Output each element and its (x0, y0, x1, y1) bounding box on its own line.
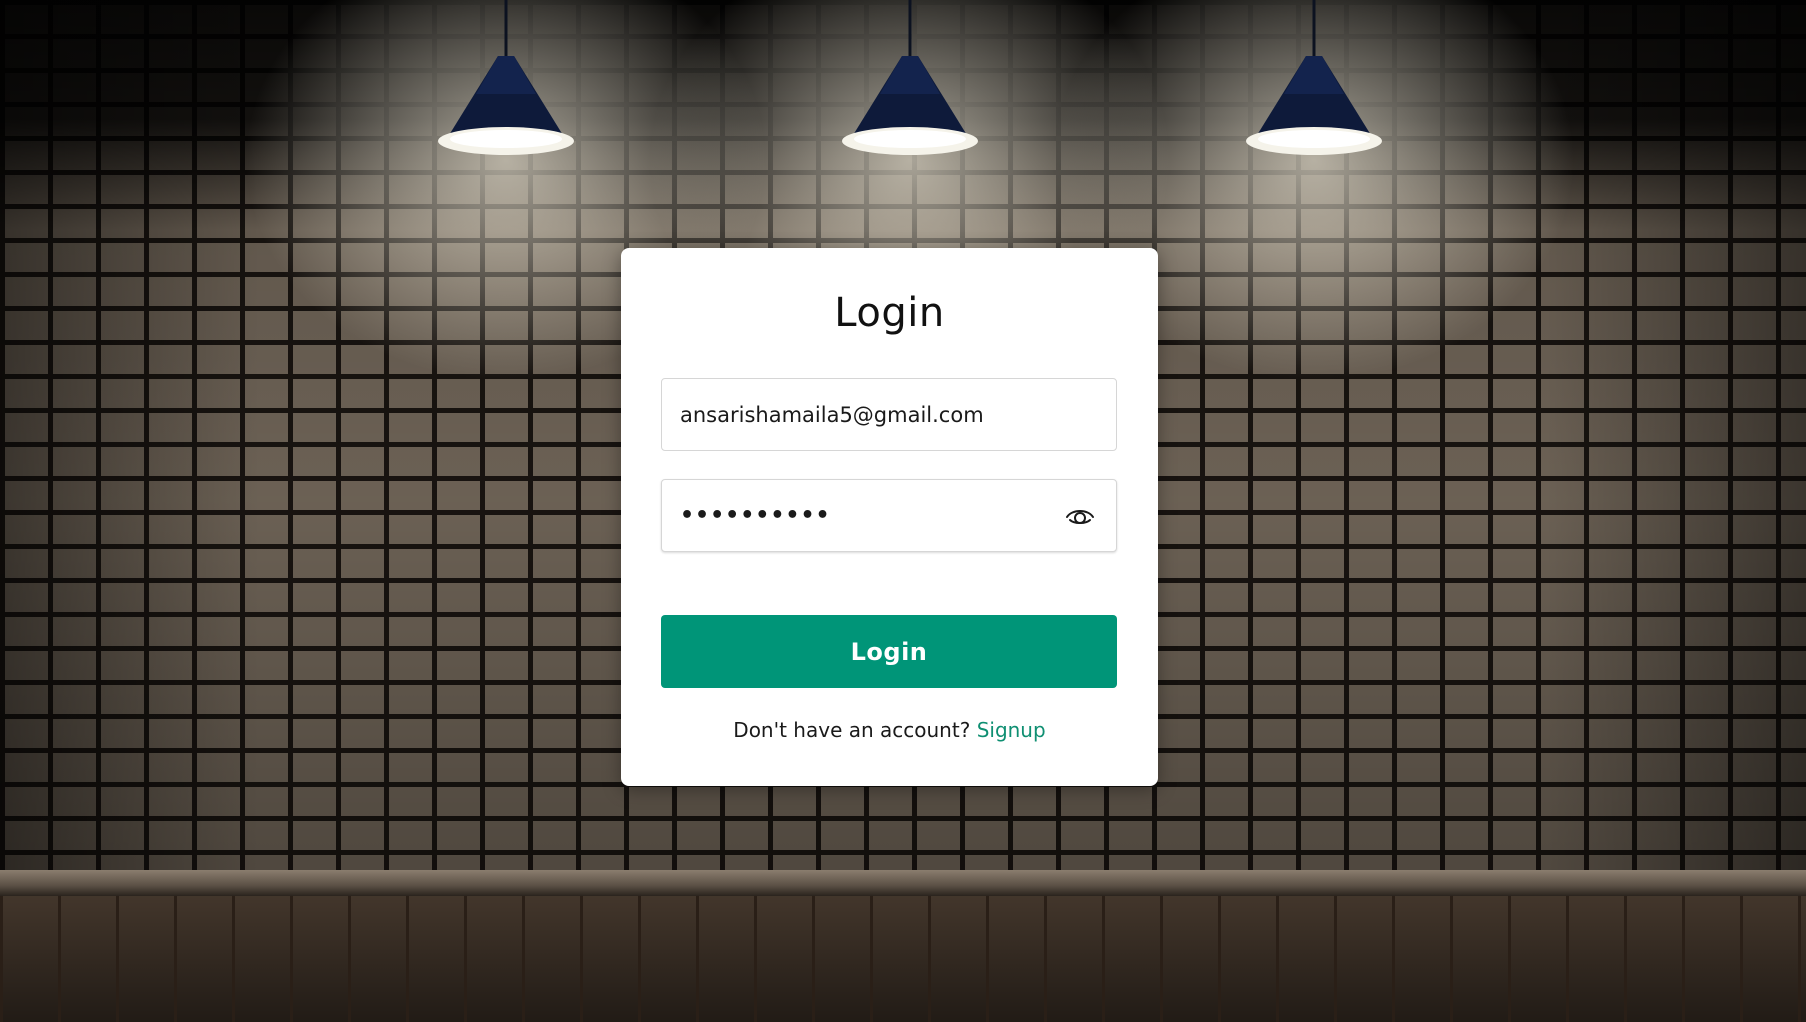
signup-row: Don't have an account? Signup (621, 718, 1158, 742)
login-button[interactable]: Login (661, 615, 1117, 688)
login-page: Login •••••••••• Login Don't have an acc… (0, 0, 1806, 1022)
pendant-lamp-icon (842, 0, 978, 155)
page-title: Login (834, 290, 945, 336)
pendant-lamp-icon (1246, 0, 1382, 155)
login-card: Login •••••••••• Login Don't have an acc… (621, 248, 1158, 786)
pendant-lamp-icon (438, 0, 574, 155)
email-field-container (661, 378, 1117, 451)
signup-prompt: Don't have an account? (733, 718, 977, 742)
password-field-container: •••••••••• (661, 479, 1117, 552)
signup-link[interactable]: Signup (977, 718, 1046, 742)
email-input[interactable] (680, 379, 1080, 450)
password-input[interactable]: •••••••••• (680, 480, 831, 551)
wooden-floor (0, 896, 1806, 1022)
eye-icon[interactable] (1064, 501, 1096, 531)
baseboard (0, 870, 1806, 896)
